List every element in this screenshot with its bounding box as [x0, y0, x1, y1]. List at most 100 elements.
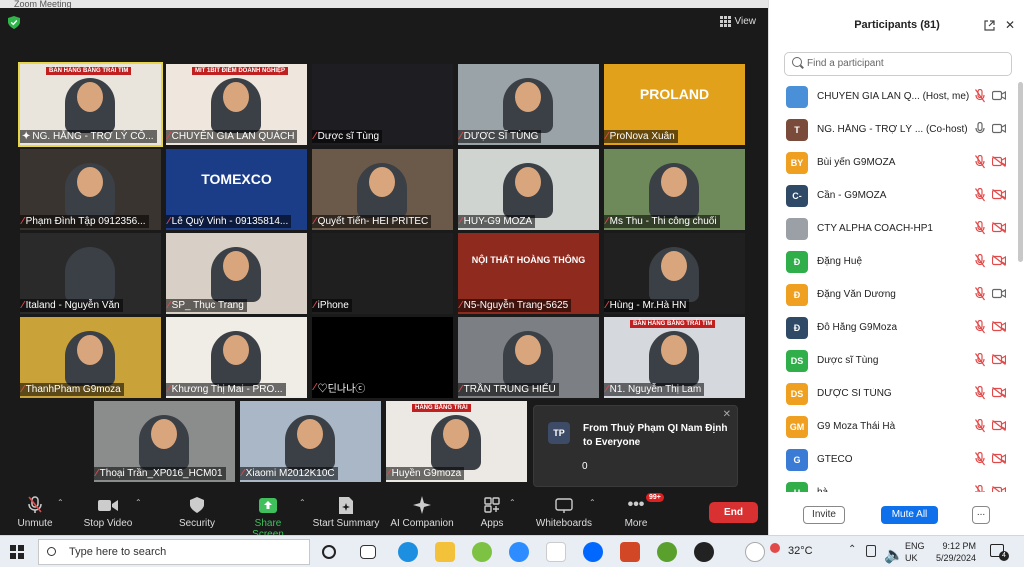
- video-tile[interactable]: ⁄ iPhone: [312, 233, 453, 314]
- participant-row[interactable]: Đ Đỗ Hằng G9Moza: [769, 313, 1019, 346]
- panel-more-button[interactable]: ...: [972, 506, 990, 524]
- mic-off-icon[interactable]: [975, 353, 985, 367]
- help-icon[interactable]: [745, 542, 765, 562]
- video-tile[interactable]: ⁄ ♡딘나나ⓒ: [312, 317, 453, 398]
- video-tile[interactable]: ⁄ Khương Thị Mai - PRO...: [166, 317, 307, 398]
- weather-temp[interactable]: 32°C: [788, 545, 813, 557]
- cortana-icon[interactable]: [322, 545, 336, 559]
- chevron-up-icon[interactable]: ⌃: [848, 544, 856, 555]
- file-explorer-icon[interactable]: [435, 542, 455, 562]
- participant-row[interactable]: DS DƯỢC SĨ TÙNG: [769, 379, 1019, 412]
- participant-row[interactable]: Đ Đặng Huệ: [769, 247, 1019, 280]
- unmute-button[interactable]: Unmute: [14, 496, 56, 529]
- network-icon[interactable]: [866, 545, 876, 557]
- chevron-up-icon[interactable]: ⌃: [509, 498, 516, 507]
- participant-row[interactable]: Đ Đặng Văn Dương: [769, 280, 1019, 313]
- app-icon[interactable]: [546, 542, 566, 562]
- share-screen-button[interactable]: Share Screen: [238, 496, 298, 540]
- security-button[interactable]: Security: [176, 496, 218, 529]
- video-icon[interactable]: [992, 90, 1006, 101]
- task-view-icon[interactable]: [360, 545, 376, 559]
- participant-row[interactable]: GM G9 Moza Thái Hà: [769, 412, 1019, 445]
- video-tile[interactable]: NỘI THẤT HOÀNG THÔNG ⁄ N5-Nguyễn Trang-562…: [458, 233, 599, 314]
- taskbar-search-input[interactable]: Type here to search: [38, 539, 310, 565]
- video-tile[interactable]: ⁄ Hùng - Mr.Hà HN: [604, 233, 745, 314]
- video-off-icon[interactable]: [992, 387, 1006, 398]
- video-off-icon[interactable]: [992, 189, 1006, 200]
- invite-button[interactable]: Invite: [803, 506, 845, 524]
- apps-button[interactable]: Apps: [478, 496, 506, 529]
- chat-notification[interactable]: TP From Thuỳ Phạm QI Nam Định to Everyon…: [533, 405, 738, 487]
- shield-check-icon[interactable]: [8, 16, 20, 29]
- mic-off-icon[interactable]: [975, 287, 985, 301]
- video-tile[interactable]: HÀNG BẰNG TRÁI ⁄ Huyền G9moza: [386, 401, 527, 482]
- chrome-icon[interactable]: [657, 542, 677, 562]
- video-tile[interactable]: ⁄ Phạm Đình Tập 0912356...: [20, 149, 161, 230]
- participant-row[interactable]: BY Bùi yến G9MOZA: [769, 148, 1019, 181]
- end-button[interactable]: End: [709, 502, 758, 523]
- video-icon[interactable]: [992, 288, 1006, 299]
- participant-row[interactable]: G GTECO: [769, 445, 1019, 478]
- video-off-icon[interactable]: [992, 453, 1006, 464]
- video-tile[interactable]: BÁN HÀNG BẰNG TRÁI TIM ⁄ N1. Nguyễn Thị La…: [604, 317, 745, 398]
- participant-search-input[interactable]: Find a participant: [784, 52, 1012, 76]
- video-tile[interactable]: ⁄ SP_ Thục Trang: [166, 233, 307, 314]
- video-tile[interactable]: TOMEXCO ⁄ Lê Quý Vinh - 09135814...: [166, 149, 307, 230]
- zoom-icon[interactable]: [509, 542, 529, 562]
- view-button[interactable]: View: [719, 16, 756, 27]
- video-tile[interactable]: ⁄ TRẦN TRUNG HIẾU: [458, 317, 599, 398]
- popout-icon[interactable]: [984, 20, 995, 31]
- video-tile[interactable]: ⁄ Xiaomi M2012K10C: [240, 401, 381, 482]
- mic-off-icon[interactable]: [975, 320, 985, 334]
- participant-row[interactable]: Hhà: [769, 478, 1019, 492]
- mic-off-icon[interactable]: [975, 485, 985, 492]
- mic-off-icon[interactable]: [975, 188, 985, 202]
- video-off-icon[interactable]: [992, 222, 1006, 233]
- participant-row[interactable]: T NG. HẰNG - TRỢ LÝ ... (Co-host): [769, 115, 1019, 148]
- participant-row[interactable]: CHUYÊN GIA LAN Q... (Host, me): [769, 82, 1019, 115]
- participant-list[interactable]: CHUYÊN GIA LAN Q... (Host, me) T NG. HẰNG …: [769, 82, 1019, 492]
- video-tile[interactable]: ⁄ Ms Thu - Thi công chuối: [604, 149, 745, 230]
- mic-off-icon[interactable]: [975, 419, 985, 433]
- video-off-icon[interactable]: [992, 156, 1006, 167]
- start-summary-button[interactable]: Start Summary: [312, 496, 380, 529]
- participant-row[interactable]: CTY ALPHA COACH-HP1: [769, 214, 1019, 247]
- scrollbar[interactable]: [1018, 82, 1023, 262]
- video-off-icon[interactable]: [992, 486, 1006, 492]
- video-tile[interactable]: ⁄ DƯỢC SĨ TÙNG: [458, 64, 599, 145]
- mic-off-icon[interactable]: [975, 221, 985, 235]
- windows-start-icon[interactable]: [10, 545, 24, 559]
- video-icon[interactable]: [992, 123, 1006, 134]
- mic-off-icon[interactable]: [975, 155, 985, 169]
- mic-off-icon[interactable]: [975, 386, 985, 400]
- mute-all-button[interactable]: Mute All: [881, 506, 938, 524]
- media-player-icon[interactable]: [694, 542, 714, 562]
- close-icon[interactable]: ✕: [1005, 18, 1015, 32]
- whiteboards-button[interactable]: Whiteboards: [533, 496, 595, 529]
- video-off-icon[interactable]: [992, 420, 1006, 431]
- video-off-icon[interactable]: [992, 255, 1006, 266]
- video-tile[interactable]: ⁄ HUY-G9 MOZA: [458, 149, 599, 230]
- video-tile[interactable]: ⁄ Italand - Nguyễn Văn: [20, 233, 161, 314]
- participant-row[interactable]: DS Dược sĩ Tùng: [769, 346, 1019, 379]
- video-off-icon[interactable]: [992, 354, 1006, 365]
- mic-off-icon[interactable]: [975, 254, 985, 268]
- participant-row[interactable]: C- Cần - G9MOZA: [769, 181, 1019, 214]
- close-icon[interactable]: ✕: [723, 409, 731, 420]
- mic-icon[interactable]: [975, 122, 985, 136]
- video-tile[interactable]: BÁN HÀNG BẰNG TRÁI TIM ✦ NG. HẰNG - TRỢ LÝ…: [18, 62, 163, 147]
- video-off-icon[interactable]: [992, 321, 1006, 332]
- video-tile[interactable]: ⁄ Quyết Tiến- HEI PRITEC: [312, 149, 453, 230]
- browser-icon[interactable]: [472, 542, 492, 562]
- chevron-up-icon[interactable]: ⌃: [589, 498, 596, 507]
- mic-off-icon[interactable]: [975, 89, 985, 103]
- video-tile[interactable]: PROLAND ⁄ ProNova Xuân: [604, 64, 745, 145]
- video-tile[interactable]: MIT 1BIT ĐIỂM DOANH NGHIỆP ⁄ CHUYÊN GIA LA…: [166, 64, 307, 145]
- ai-companion-button[interactable]: AI Companion: [390, 496, 454, 529]
- powerpoint-icon[interactable]: [620, 542, 640, 562]
- chevron-up-icon[interactable]: ⌃: [299, 498, 306, 507]
- zalo-icon[interactable]: [583, 542, 603, 562]
- chevron-up-icon[interactable]: ⌃: [135, 498, 142, 507]
- edge-icon[interactable]: [398, 542, 418, 562]
- video-tile[interactable]: ⁄ ThanhPham G9moza: [20, 317, 161, 398]
